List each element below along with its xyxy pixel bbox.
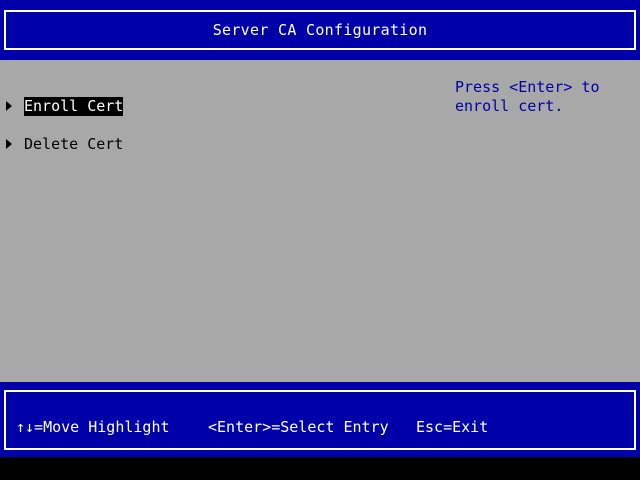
move-highlight-hint: ↑↓=Move Highlight <box>16 418 170 436</box>
triangle-right-icon <box>6 101 12 111</box>
help-text: Press <Enter> to enroll cert. <box>455 78 600 115</box>
footer-bar: ↑↓=Move Highlight <Enter>=Select Entry E… <box>0 382 640 457</box>
header-frame: Server CA Configuration <box>4 10 636 50</box>
exit-hint: Esc=Exit <box>416 418 489 436</box>
menu-item-label: Enroll Cert <box>24 96 124 116</box>
menu-item-delete-cert[interactable]: Delete Cert <box>6 134 123 154</box>
select-entry-hint: <Enter>=Select Entry <box>208 418 389 436</box>
page-title: Server CA Configuration <box>212 21 428 39</box>
menu-item-label: Delete Cert <box>24 134 124 153</box>
bottom-black-bar <box>0 457 640 480</box>
main-panel: Enroll Cert Delete Cert Press <Enter> to… <box>0 60 640 382</box>
header-bar: Server CA Configuration <box>0 0 640 60</box>
bios-screen: Server CA Configuration Enroll Cert Dele… <box>0 0 640 480</box>
menu-item-enroll-cert[interactable]: Enroll Cert <box>6 96 124 116</box>
triangle-right-icon <box>6 139 12 149</box>
